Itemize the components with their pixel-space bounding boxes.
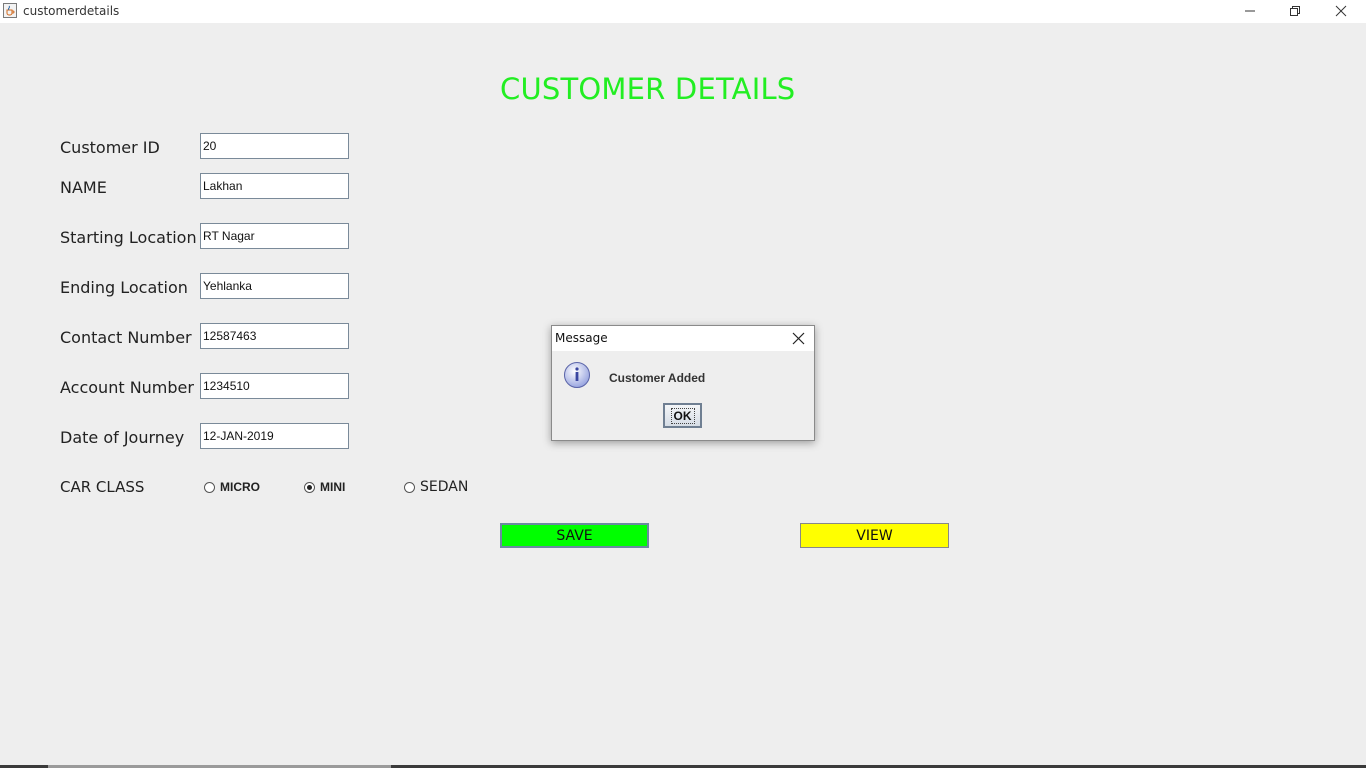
save-button[interactable]: SAVE	[500, 523, 649, 548]
info-icon	[564, 362, 590, 388]
close-icon[interactable]	[792, 332, 805, 345]
name-input[interactable]: Lakhan	[200, 173, 349, 199]
minimize-icon	[1245, 10, 1255, 12]
radio-sedan[interactable]: SEDAN	[404, 479, 468, 495]
dialog-titlebar: Message	[552, 326, 814, 351]
date-of-journey-label: Date of Journey	[60, 428, 185, 447]
page-title: CUSTOMER DETAILS	[500, 72, 796, 106]
account-number-label: Account Number	[60, 378, 194, 397]
minimize-button[interactable]	[1227, 0, 1273, 23]
ending-location-label: Ending Location	[60, 278, 188, 297]
window-title: customerdetails	[23, 4, 120, 18]
radio-button-micro[interactable]	[204, 481, 215, 493]
close-icon	[1335, 5, 1347, 17]
java-cup-icon	[3, 3, 17, 18]
customer-id-input[interactable]: 20	[200, 133, 349, 159]
contact-number-label: Contact Number	[60, 328, 192, 347]
date-of-journey-input[interactable]: 12-JAN-2019	[200, 423, 349, 449]
contact-number-input[interactable]: 12587463	[200, 323, 349, 349]
customer-id-label: Customer ID	[60, 138, 160, 157]
dialog-title: Message	[555, 331, 608, 345]
radio-label-mini: MINI	[320, 480, 346, 494]
radio-button-sedan[interactable]	[404, 481, 415, 493]
starting-location-label: Starting Location	[60, 228, 197, 247]
window-titlebar: customerdetails	[0, 0, 1366, 23]
dialog-message: Customer Added	[609, 371, 706, 385]
car-class-label: CAR CLASS	[60, 478, 145, 496]
view-button[interactable]: VIEW	[800, 523, 949, 548]
radio-micro[interactable]: MICRO	[204, 479, 260, 495]
ending-location-input[interactable]: Yehlanka	[200, 273, 349, 299]
radio-mini[interactable]: MINI	[304, 479, 345, 495]
radio-label-micro: MICRO	[220, 480, 260, 494]
ok-button-label: OK	[670, 407, 695, 424]
restore-icon	[1290, 6, 1300, 16]
name-label: NAME	[60, 178, 107, 197]
ok-button[interactable]: OK	[663, 403, 702, 428]
starting-location-input[interactable]: RT Nagar	[200, 223, 349, 249]
account-number-input[interactable]: 1234510	[200, 373, 349, 399]
message-dialog: Message Customer Added OK	[551, 325, 815, 441]
radio-label-sedan: SEDAN	[420, 479, 469, 495]
restore-button[interactable]	[1272, 0, 1318, 23]
radio-button-mini[interactable]	[304, 481, 315, 493]
window-close-button[interactable]	[1318, 0, 1364, 23]
